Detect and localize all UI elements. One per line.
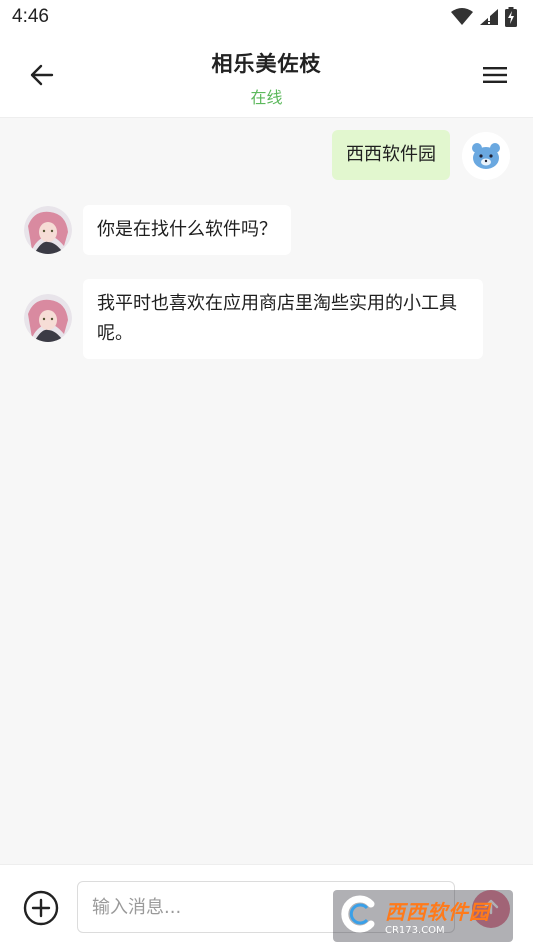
message-text: 西西软件园 xyxy=(346,144,436,165)
watermark-c-icon xyxy=(339,894,379,938)
watermark-sub-text: CR173.COM xyxy=(385,925,445,936)
wifi-icon xyxy=(451,8,473,26)
message-bubble-received[interactable]: 我平时也喜欢在应用商店里淘些实用的小工具呢。 xyxy=(83,279,483,359)
bear-avatar[interactable] xyxy=(462,132,510,180)
hamburger-menu-icon xyxy=(483,66,507,88)
add-button[interactable] xyxy=(22,889,60,927)
chat-header: 相乐美佐枝 在线 xyxy=(0,34,533,118)
watermark-logo: 西西软件园 CR173.COM xyxy=(333,890,513,942)
message-bubble-sent[interactable]: 西西软件园 xyxy=(332,130,450,180)
online-status: 在线 xyxy=(250,88,283,107)
title-group: 相乐美佐枝 在线 xyxy=(0,48,533,108)
status-bar: 4:46 xyxy=(0,0,533,34)
status-time: 4:46 xyxy=(12,6,49,27)
battery-icon xyxy=(505,7,517,27)
chat-title: 相乐美佐枝 xyxy=(211,52,322,76)
plus-circle-icon xyxy=(22,890,60,931)
menu-button[interactable] xyxy=(475,60,515,94)
message-bubble-received[interactable]: 你是在找什么软件吗？ xyxy=(83,205,291,255)
message-text: 我平时也喜欢在应用商店里淘些实用的小工具呢。 xyxy=(97,293,457,344)
character-avatar[interactable] xyxy=(24,206,72,254)
status-icons xyxy=(451,7,517,27)
watermark-main-text: 西西软件园 xyxy=(385,900,490,924)
character-avatar[interactable] xyxy=(24,294,72,342)
message-text: 你是在找什么软件吗？ xyxy=(97,219,277,240)
signal-icon xyxy=(479,8,499,26)
watermark-text-group: 西西软件园 CR173.COM xyxy=(385,896,490,936)
chat-screen: 4:46 相乐美佐枝 在线 西西软件园 你是在找什么软件吗？ 我平时也喜欢在应用… xyxy=(0,0,533,948)
